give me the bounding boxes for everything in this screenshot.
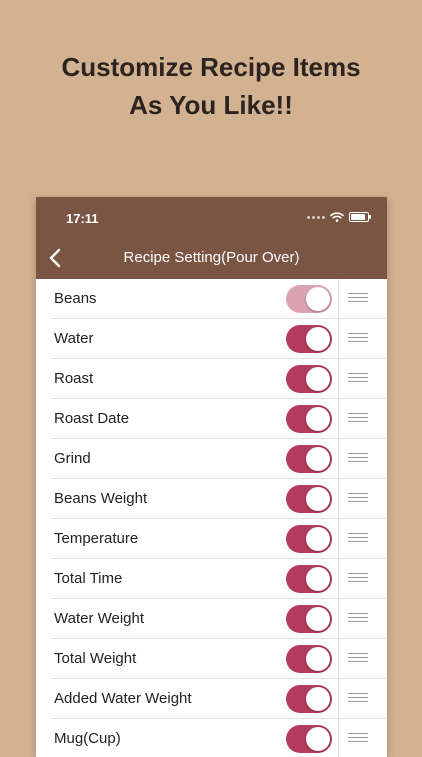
item-toggle[interactable]	[286, 725, 332, 753]
item-toggle[interactable]	[286, 645, 332, 673]
battery-icon	[349, 212, 371, 222]
item-toggle[interactable]	[286, 485, 332, 513]
phone-screen: 17:11 Recipe Setting(Pour Over) Beans Wat…	[36, 197, 387, 757]
item-label: Roast Date	[54, 410, 130, 427]
row-divider	[338, 639, 339, 678]
drag-handle-icon[interactable]	[348, 733, 368, 744]
row-divider	[338, 719, 339, 757]
item-toggle[interactable]	[286, 565, 332, 593]
wifi-icon	[330, 212, 344, 222]
list-item: Beans	[52, 279, 387, 319]
toggle-knob	[306, 487, 330, 511]
promo-headline: Customize Recipe Items As You Like!!	[0, 48, 422, 124]
item-toggle[interactable]	[286, 605, 332, 633]
status-bar: 17:11	[36, 197, 387, 237]
drag-handle-icon[interactable]	[348, 293, 368, 304]
toggle-knob	[306, 327, 330, 351]
row-divider	[338, 359, 339, 398]
drag-handle-icon[interactable]	[348, 493, 368, 504]
toggle-knob	[306, 407, 330, 431]
drag-handle-icon[interactable]	[348, 613, 368, 624]
list-item: Grind	[52, 439, 387, 479]
toggle-knob	[306, 647, 330, 671]
drag-handle-icon[interactable]	[348, 693, 368, 704]
item-toggle[interactable]	[286, 525, 332, 553]
row-divider	[338, 319, 339, 358]
list-item: Mug(Cup)	[52, 719, 387, 757]
signal-icon	[307, 215, 325, 219]
row-divider	[338, 519, 339, 558]
toggle-knob	[306, 447, 330, 471]
item-label: Roast	[54, 370, 94, 387]
recipe-item-list: Beans Water Roast Roast Date Grind Beans Weig…	[36, 279, 387, 757]
item-label: Water Weight	[54, 610, 145, 627]
toggle-knob	[306, 287, 330, 311]
drag-handle-icon[interactable]	[348, 413, 368, 424]
toggle-knob	[306, 687, 330, 711]
list-item: Roast Date	[52, 399, 387, 439]
list-item: Water	[52, 319, 387, 359]
promo-line-2: As You Like!!	[129, 90, 293, 120]
item-toggle[interactable]	[286, 325, 332, 353]
item-label: Beans Weight	[54, 490, 148, 507]
item-label: Beans	[54, 290, 97, 307]
item-label: Water	[54, 330, 94, 347]
list-item: Beans Weight	[52, 479, 387, 519]
row-divider	[338, 599, 339, 638]
list-item: Roast	[52, 359, 387, 399]
item-toggle[interactable]	[286, 285, 332, 313]
item-toggle[interactable]	[286, 405, 332, 433]
list-item: Total Time	[52, 559, 387, 599]
list-item: Total Weight	[52, 639, 387, 679]
row-divider	[338, 279, 339, 318]
nav-title: Recipe Setting(Pour Over)	[123, 249, 300, 266]
row-divider	[338, 679, 339, 718]
row-divider	[338, 399, 339, 438]
item-label: Temperature	[54, 530, 139, 547]
list-item: Temperature	[52, 519, 387, 559]
item-label: Total Weight	[54, 650, 137, 667]
toggle-knob	[306, 607, 330, 631]
drag-handle-icon[interactable]	[348, 573, 368, 584]
drag-handle-icon[interactable]	[348, 373, 368, 384]
drag-handle-icon[interactable]	[348, 653, 368, 664]
promo-line-1: Customize Recipe Items	[61, 52, 361, 82]
nav-bar: Recipe Setting(Pour Over)	[36, 237, 387, 279]
item-label: Grind	[54, 450, 91, 467]
drag-handle-icon[interactable]	[348, 533, 368, 544]
row-divider	[338, 439, 339, 478]
item-toggle[interactable]	[286, 445, 332, 473]
list-item: Water Weight	[52, 599, 387, 639]
item-toggle[interactable]	[286, 685, 332, 713]
item-label: Mug(Cup)	[54, 730, 121, 747]
item-label: Added Water Weight	[54, 690, 192, 707]
toggle-knob	[306, 527, 330, 551]
toggle-knob	[306, 567, 330, 591]
list-item: Added Water Weight	[52, 679, 387, 719]
item-toggle[interactable]	[286, 365, 332, 393]
status-time: 17:11	[66, 211, 99, 226]
item-label: Total Time	[54, 570, 123, 587]
drag-handle-icon[interactable]	[348, 453, 368, 464]
toggle-knob	[306, 367, 330, 391]
row-divider	[338, 559, 339, 598]
row-divider	[338, 479, 339, 518]
toggle-knob	[306, 727, 330, 751]
drag-handle-icon[interactable]	[348, 333, 368, 344]
status-icons	[307, 212, 371, 222]
